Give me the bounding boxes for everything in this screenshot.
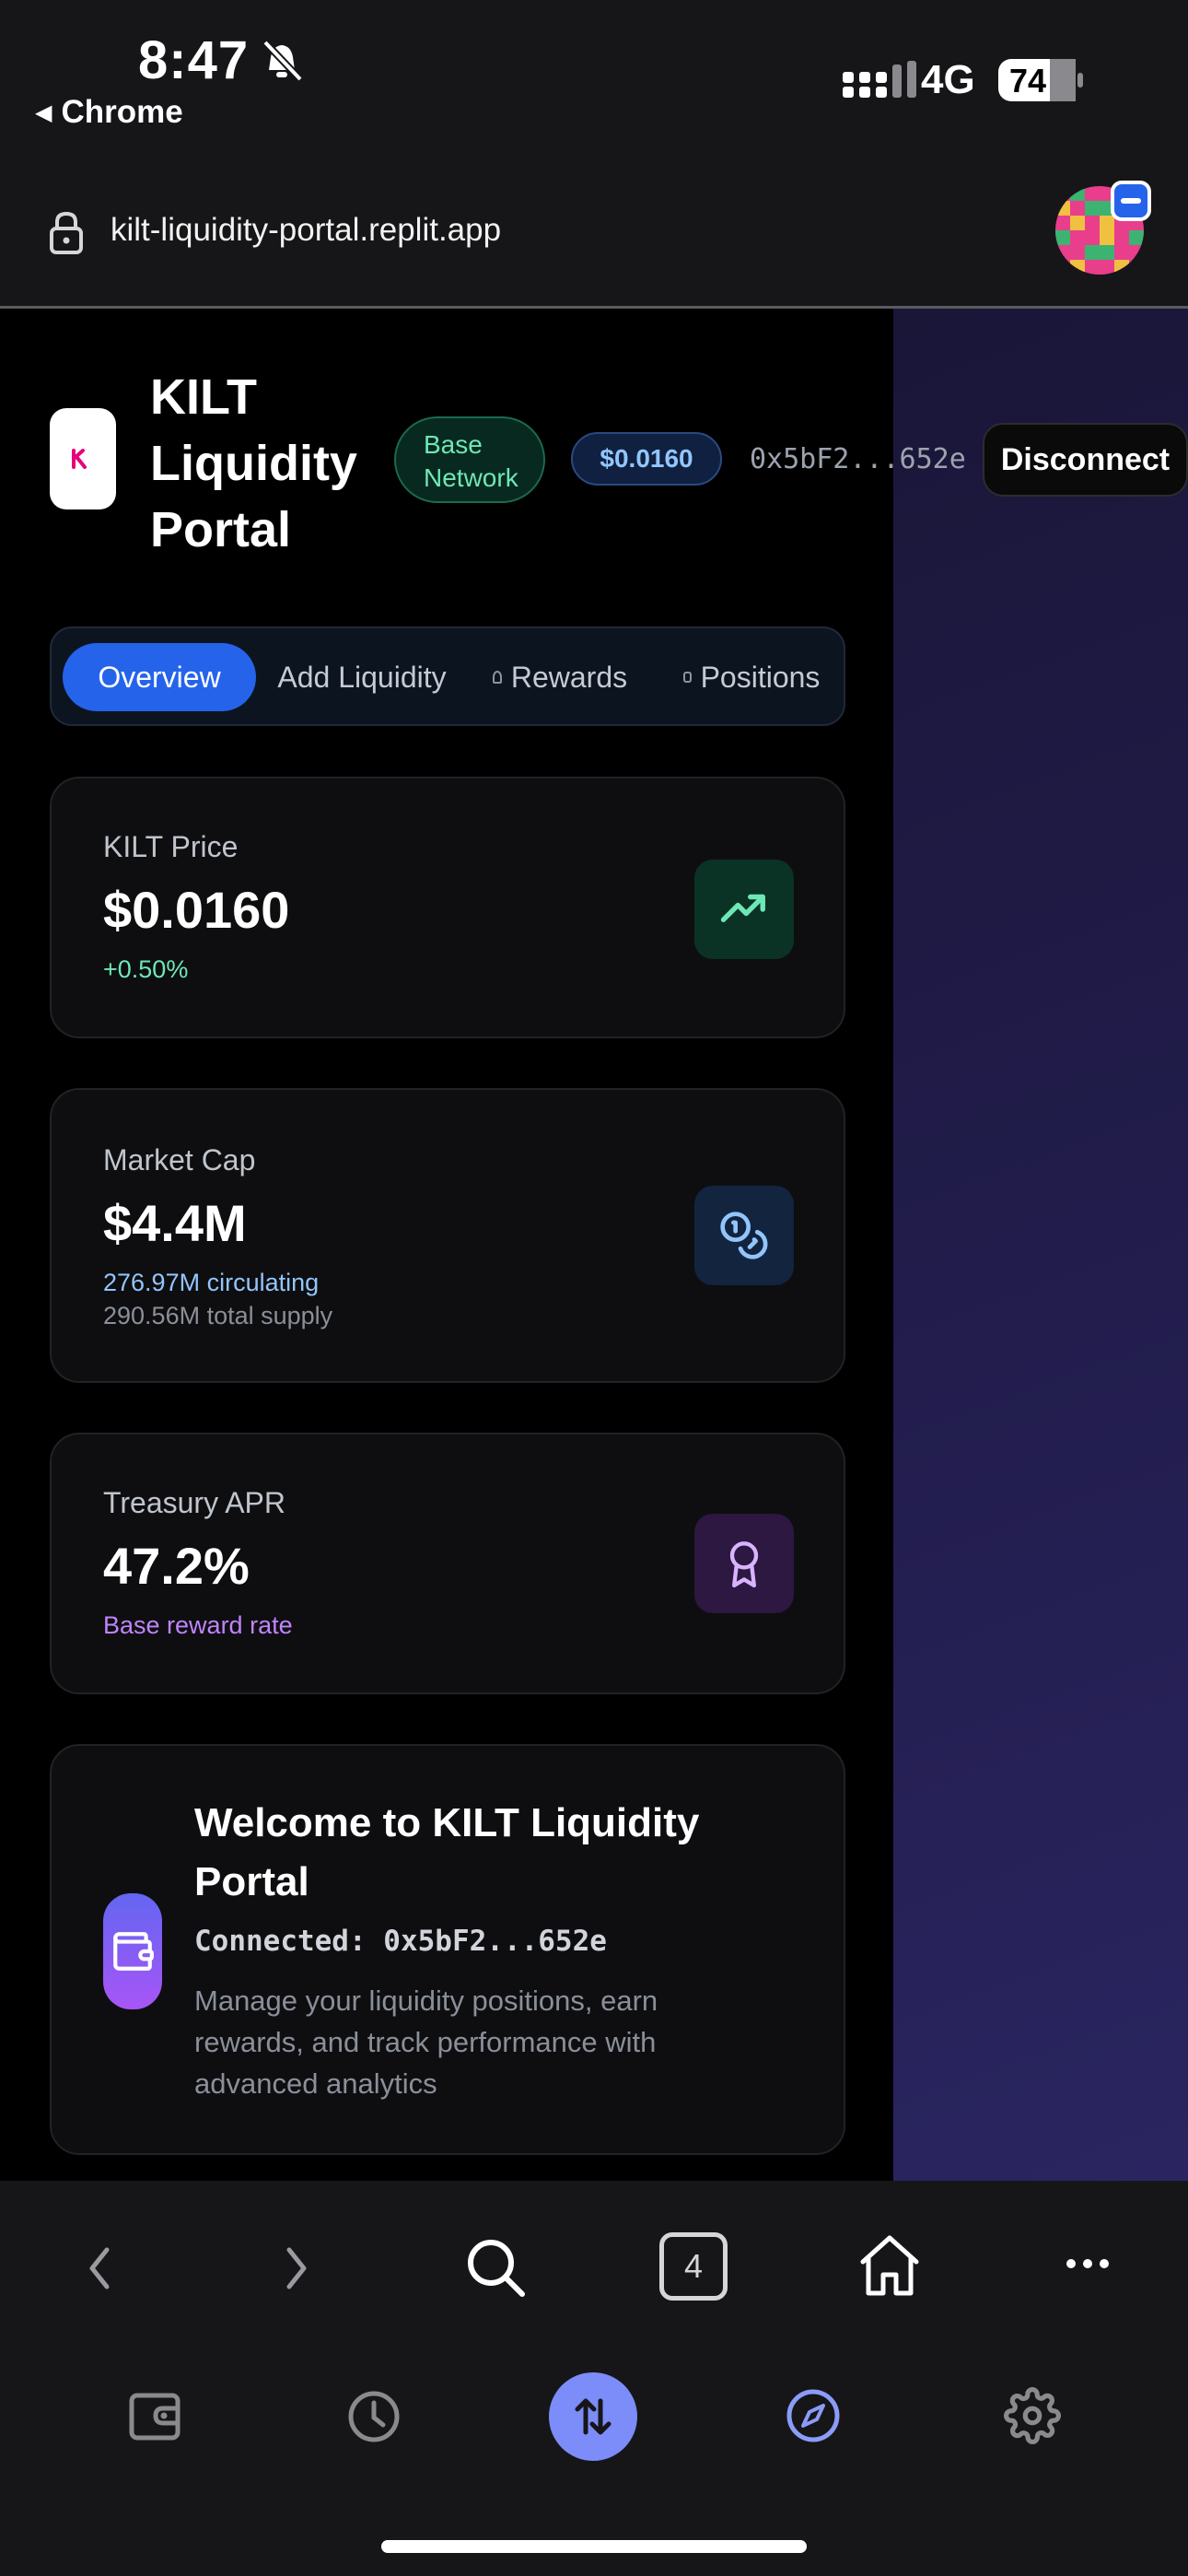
connected-address: Connected: 0x5bF2...652e [194, 1925, 607, 1958]
network-badge: Base Network [394, 416, 545, 503]
back-app-label: Chrome [61, 94, 183, 130]
coins-icon [694, 1186, 794, 1285]
swap-button[interactable] [549, 2372, 637, 2461]
card-value: 47.2% [103, 1537, 250, 1595]
more-button[interactable] [1057, 2245, 1118, 2282]
kilt-logo [50, 408, 116, 509]
history-button[interactable] [344, 2387, 403, 2446]
tab-label: Add Liquidity [277, 660, 447, 694]
market-cap-card: Market Cap $4.4M 276.97M circulating 290… [50, 1088, 845, 1383]
position-icon [682, 672, 692, 683]
tab-add-liquidity[interactable]: Add Liquidity [265, 643, 459, 711]
kilt-price-card: KILT Price $0.0160 +0.50% [50, 777, 845, 1038]
card-label: Market Cap [103, 1143, 256, 1177]
background-gradient [893, 309, 1188, 2181]
wallet-icon [103, 1893, 162, 2009]
wallet-button[interactable] [125, 2387, 184, 2446]
award-icon [492, 671, 502, 684]
browser-bottom-bar: 4 [0, 2181, 1188, 2576]
more-icon [1066, 2259, 1109, 2268]
back-to-app-button[interactable]: ◀ Chrome [35, 94, 183, 131]
trending-up-icon [694, 860, 794, 959]
back-button[interactable] [74, 2236, 125, 2301]
chevron-left-icon [89, 2247, 110, 2289]
award-icon [694, 1514, 794, 1613]
swap-arrows-icon [575, 2398, 611, 2435]
tab-label: Overview [98, 660, 221, 694]
forward-button[interactable] [271, 2236, 322, 2301]
wallet-icon [129, 2393, 181, 2441]
page-title: KILT Liquidity Portal [150, 369, 357, 557]
status-time: 8:47 [138, 30, 250, 90]
tab-positions[interactable]: Positions [661, 643, 842, 711]
home-indicator [381, 2540, 807, 2553]
battery-level: 74 [1009, 62, 1046, 100]
explore-button[interactable] [783, 2385, 844, 2446]
card-value: $0.0160 [103, 881, 290, 939]
network-type: 4G [921, 57, 975, 102]
home-button[interactable] [856, 2231, 923, 2301]
chevron-right-icon [286, 2247, 307, 2289]
tab-overview[interactable]: Overview [63, 643, 256, 711]
minus-icon [1121, 198, 1141, 204]
card-label: KILT Price [103, 830, 239, 863]
tab-label: Rewards [510, 660, 628, 694]
avatar-badge [1111, 181, 1151, 221]
back-triangle-icon: ◀ [35, 100, 52, 125]
tabs-button[interactable]: 4 [659, 2232, 728, 2301]
battery-icon: 74 [998, 59, 1083, 101]
clock-icon [348, 2391, 400, 2442]
signal-icon [843, 61, 916, 98]
welcome-description: Manage your liquidity positions, earn re… [194, 1985, 658, 2100]
browser-top-bar: 8:47 ◀ Chrome 4G 74 kilt-liquidity-porta… [0, 0, 1188, 308]
settings-button[interactable] [1002, 2385, 1063, 2446]
kilt-logo-icon [72, 449, 87, 469]
tab-rewards[interactable]: Rewards [468, 643, 652, 711]
tab-bar: Overview Add Liquidity Rewards Positions [50, 626, 845, 726]
disconnect-button[interactable]: Disconnect [983, 423, 1188, 497]
welcome-title: Welcome to KILT Liquidity Portal [194, 1800, 700, 1904]
treasury-apr-card: Treasury APR 47.2% Base reward rate [50, 1433, 845, 1694]
welcome-card: Welcome to KILT Liquidity Portal Connect… [50, 1744, 845, 2155]
compass-icon [786, 2389, 840, 2442]
home-icon [860, 2235, 919, 2296]
price-badge: $0.0160 [571, 432, 722, 486]
tab-label: Positions [700, 660, 821, 694]
url-bar[interactable]: kilt-liquidity-portal.replit.app [111, 212, 501, 249]
card-value: $4.4M [103, 1194, 247, 1252]
wallet-address: 0x5bF2...652e [750, 443, 966, 475]
gear-icon [1004, 2387, 1061, 2444]
circulating-supply: 276.97M circulating [103, 1269, 320, 1296]
bell-muted-icon [262, 40, 303, 82]
search-icon [468, 2240, 525, 2297]
lock-icon [50, 211, 83, 254]
total-supply: 290.56M total supply [103, 1302, 333, 1329]
page-content: KILT Liquidity Portal Base Network $0.01… [0, 309, 1188, 2181]
reward-rate: Base reward rate [103, 1611, 293, 1639]
search-button[interactable] [460, 2232, 530, 2302]
price-change: +0.50% [103, 955, 189, 983]
card-label: Treasury APR [103, 1486, 285, 1519]
